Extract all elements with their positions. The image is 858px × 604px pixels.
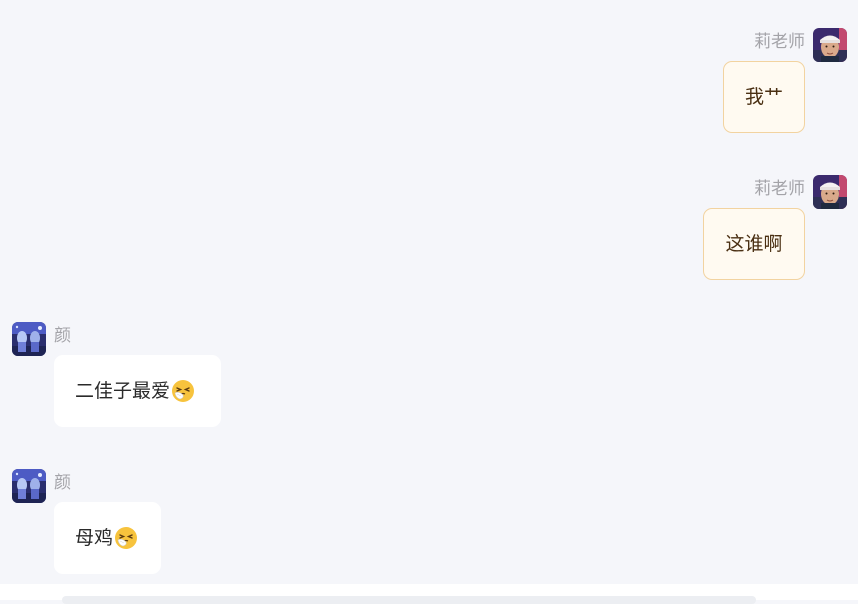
message-bubble[interactable]: 这谁啊 <box>703 208 805 280</box>
sender-name: 颜 <box>54 473 71 493</box>
avatar-photo-teacher-icon <box>813 28 847 62</box>
message-text: 母鸡 <box>75 527 114 549</box>
message-text: 我艹 <box>744 86 783 108</box>
sender-name: 颜 <box>54 326 71 346</box>
sneezing-face-emoji-icon <box>171 379 195 403</box>
message-text: 二佳子最爱 <box>75 380 171 402</box>
avatar[interactable] <box>12 469 46 503</box>
message-bubble[interactable]: 二佳子最爱 <box>54 355 221 427</box>
message-text: 这谁啊 <box>725 233 783 255</box>
avatar-anime-yan-icon <box>12 469 46 503</box>
avatar[interactable] <box>813 175 847 209</box>
message-input-field[interactable] <box>62 596 756 604</box>
chat-message-area[interactable]: 莉老师 我艹 莉老师 这谁啊 颜 二佳子最爱 颜 母鸡 <box>0 0 858 584</box>
sender-name: 莉老师 <box>754 179 805 199</box>
sender-name: 莉老师 <box>754 32 805 52</box>
avatar-anime-yan-icon <box>12 322 46 356</box>
avatar[interactable] <box>12 322 46 356</box>
message-bubble[interactable]: 母鸡 <box>54 502 161 574</box>
avatar[interactable] <box>813 28 847 62</box>
message-bubble[interactable]: 我艹 <box>723 61 805 133</box>
sneezing-face-emoji-icon <box>114 526 138 550</box>
avatar-photo-teacher-icon <box>813 175 847 209</box>
